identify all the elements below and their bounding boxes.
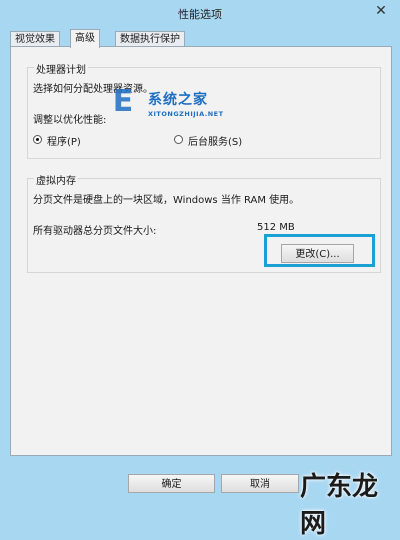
watermark-site2: 广东龙网 xyxy=(300,472,379,539)
cancel-button[interactable]: 取消 xyxy=(221,474,299,493)
radio-programs-label[interactable]: 程序(P) xyxy=(47,133,81,148)
virtual-memory-title: 虚拟内存 xyxy=(34,172,78,187)
radio-background-services-label[interactable]: 后台服务(S) xyxy=(188,133,242,148)
tab-data-execution-prevention[interactable]: 数据执行保护 xyxy=(115,31,185,47)
tab-visual-effects[interactable]: 视觉效果 xyxy=(10,31,60,47)
title-bar: 性能选项 ✕ xyxy=(0,0,400,24)
processor-scheduling-title: 处理器计划 xyxy=(34,61,88,76)
watermark-site-name: 系统之家 xyxy=(148,92,208,108)
tab-advanced[interactable]: 高级 xyxy=(70,29,100,48)
ok-button[interactable]: 确定 xyxy=(128,474,215,493)
watermark-site-url: XITONGZHIJIA.NET xyxy=(148,110,224,118)
highlight-box xyxy=(264,234,375,267)
close-icon[interactable]: ✕ xyxy=(370,2,392,20)
paging-file-description: 分页文件是硬盘上的一块区域，Windows 当作 RAM 使用。 xyxy=(33,195,300,206)
performance-options-window: 性能选项 ✕ 视觉效果 高级 数据执行保护 处理器计划 选择如何分配处理器资源。… xyxy=(0,0,400,539)
radio-background-services[interactable] xyxy=(174,135,183,144)
total-paging-value: 512 MB xyxy=(257,222,295,233)
site-logo-icon: E xyxy=(112,83,134,119)
radio-programs[interactable] xyxy=(33,135,42,144)
window-title: 性能选项 xyxy=(178,8,222,21)
total-paging-label: 所有驱动器总分页文件大小: xyxy=(33,226,157,237)
